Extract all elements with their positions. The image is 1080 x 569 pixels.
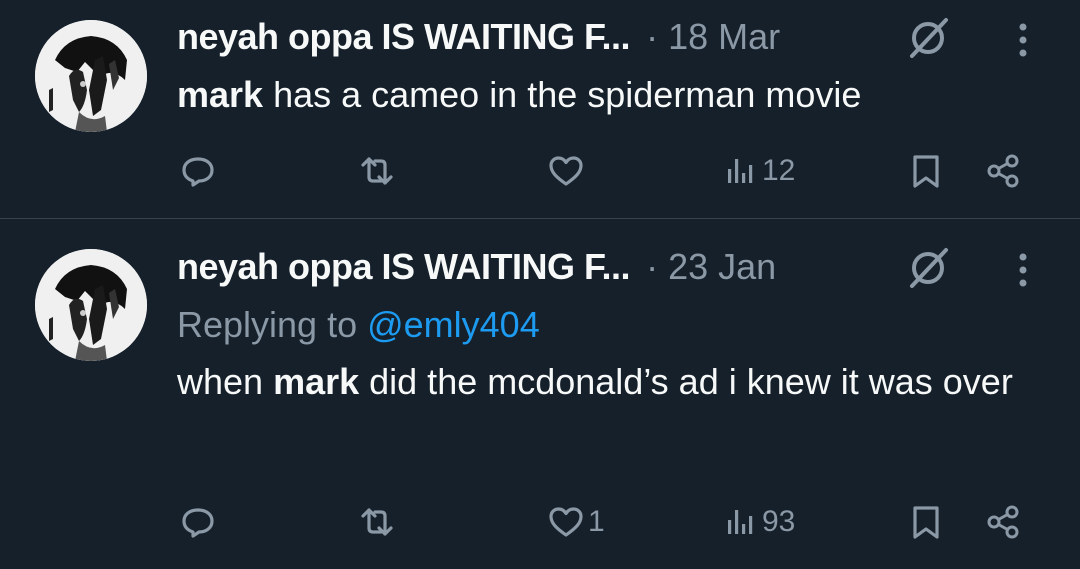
replying-to-label: Replying to — [177, 304, 368, 345]
views-count: 93 — [762, 505, 796, 538]
views-button[interactable]: 93 — [720, 497, 795, 547]
heart-icon — [546, 151, 586, 191]
tweet-date[interactable]: 18 Mar — [668, 16, 780, 57]
tweet-text-rest: did the mcdonald’s ad i knew it was over — [359, 361, 1013, 402]
avatar[interactable] — [35, 249, 147, 361]
bookmark-button[interactable] — [906, 497, 946, 547]
action-bar: 1 93 — [0, 497, 1080, 547]
reply-button[interactable] — [178, 497, 218, 547]
views-button[interactable]: 12 — [720, 146, 795, 196]
heart-icon — [546, 502, 586, 542]
share-button[interactable] — [983, 146, 1023, 196]
views-count: 12 — [762, 154, 796, 187]
like-button[interactable] — [546, 146, 588, 196]
tweet-header: neyah oppa IS WAITING F... · 23 Jan — [177, 244, 776, 290]
share-button[interactable] — [983, 497, 1023, 547]
replying-to: Replying to @emly404 — [177, 302, 540, 348]
tweet-text-bold: mark — [177, 74, 264, 115]
author-name[interactable]: neyah oppa IS WAITING F... — [177, 16, 631, 57]
bookmark-button[interactable] — [906, 146, 946, 196]
tweet-text-rest: has a cameo in the spiderman movie — [263, 74, 862, 115]
more-options-icon[interactable] — [1008, 245, 1038, 295]
bookmark-icon — [906, 151, 946, 191]
grok-icon[interactable] — [903, 13, 953, 63]
reply-icon — [178, 151, 218, 191]
tweet-header: neyah oppa IS WAITING F... · 18 Mar — [177, 14, 780, 60]
mention-link[interactable]: @emly404 — [367, 304, 540, 345]
action-bar: 12 — [0, 146, 1080, 196]
like-count: 1 — [588, 505, 605, 538]
avatar-image — [35, 20, 147, 132]
share-icon — [983, 502, 1023, 542]
avatar[interactable] — [35, 20, 147, 132]
share-icon — [983, 151, 1023, 191]
separator: · — [646, 16, 669, 57]
tweet-text-pre: when — [177, 361, 274, 402]
bookmark-icon — [906, 502, 946, 542]
tweet-date[interactable]: 23 Jan — [668, 246, 776, 287]
retweet-button[interactable] — [357, 146, 397, 196]
tweet[interactable]: neyah oppa IS WAITING F... · 18 Mar mark… — [0, 0, 1080, 218]
views-icon — [720, 151, 760, 191]
reply-button[interactable] — [178, 146, 218, 196]
more-options-icon[interactable] — [1008, 15, 1038, 65]
retweet-icon — [357, 151, 397, 191]
tweet-text: when mark did the mcdonald’s ad i knew i… — [177, 355, 1037, 409]
avatar-image — [35, 249, 147, 361]
separator: · — [646, 246, 669, 287]
tweet-text: mark has a cameo in the spiderman movie — [177, 68, 1037, 122]
tweet[interactable]: neyah oppa IS WAITING F... · 23 Jan Repl… — [0, 219, 1080, 569]
reply-icon — [178, 502, 218, 542]
like-button[interactable]: 1 — [546, 497, 605, 547]
retweet-icon — [357, 502, 397, 542]
retweet-button[interactable] — [357, 497, 397, 547]
tweet-text-bold: mark — [273, 361, 360, 402]
author-name[interactable]: neyah oppa IS WAITING F... — [177, 246, 631, 287]
grok-icon[interactable] — [903, 243, 953, 293]
views-icon — [720, 502, 760, 542]
